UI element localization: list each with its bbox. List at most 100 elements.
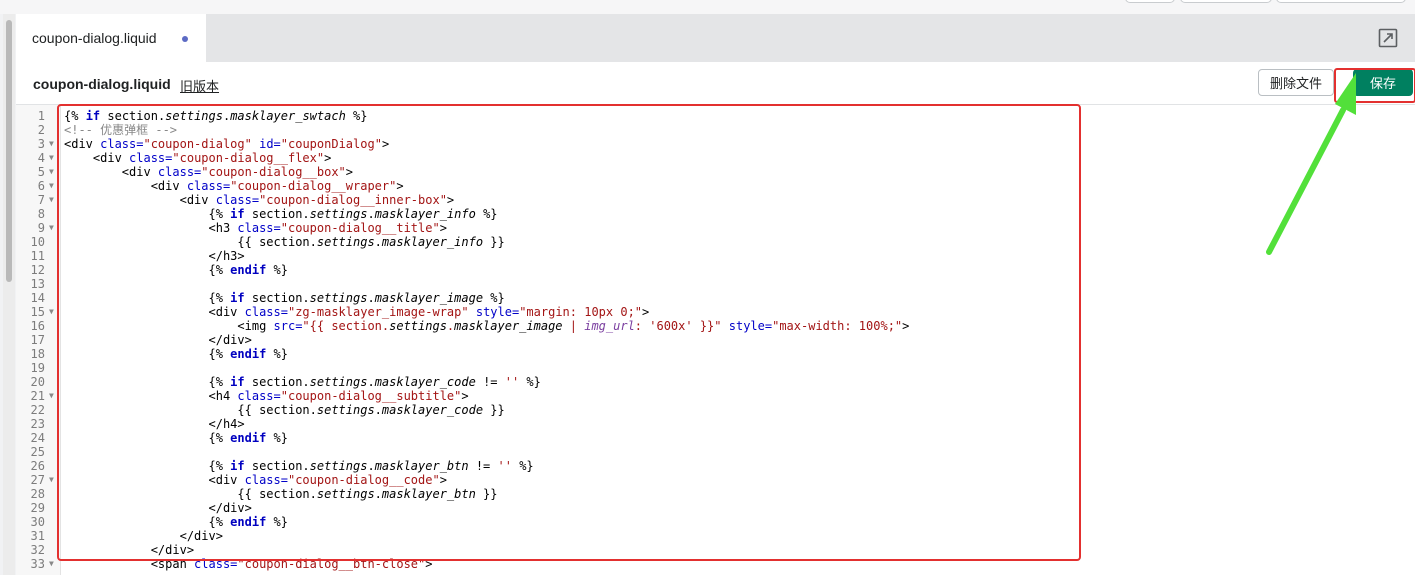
code-text: <div class="coupon-dialog__inner-box">	[64, 193, 455, 207]
unsaved-indicator-icon	[182, 36, 188, 42]
fold-arrow-icon[interactable]: ▼	[49, 389, 54, 403]
code-line[interactable]: 6 ▼ <div class="coupon-dialog__wraper">	[16, 179, 1415, 193]
scrollbar-thumb[interactable]	[6, 20, 12, 282]
code-text: {% if section.settings.masklayer_btn != …	[64, 459, 534, 473]
code-line[interactable]: 30 {% endif %}	[16, 515, 1415, 529]
line-number: 17	[30, 333, 45, 347]
line-number: 30	[30, 515, 45, 529]
code-text: </h3>	[64, 249, 245, 263]
fold-arrow-icon[interactable]: ▼	[49, 305, 54, 319]
code-text: {% endif %}	[64, 347, 288, 361]
delete-file-button[interactable]: 删除文件	[1258, 69, 1334, 96]
code-text: {{ section.settings.masklayer_btn }}	[64, 487, 498, 501]
line-number: 6	[37, 179, 45, 193]
fold-arrow-icon[interactable]: ▼	[49, 179, 54, 193]
code-line[interactable]: 13	[16, 277, 1415, 291]
code-content[interactable]: 1 {% if section.settings.masklayer_swtach…	[16, 109, 1415, 571]
code-line[interactable]: 26 {% if section.settings.masklayer_btn …	[16, 459, 1415, 473]
line-number: 3	[37, 137, 45, 151]
fold-arrow-icon[interactable]: ▼	[49, 137, 54, 151]
code-line[interactable]: 23 </h4>	[16, 417, 1415, 431]
code-text: <div class="coupon-dialog" id="couponDia…	[64, 137, 390, 151]
line-number: 27	[30, 473, 45, 487]
code-line[interactable]: 4 ▼ <div class="coupon-dialog__flex">	[16, 151, 1415, 165]
code-text: <div class="zg-masklayer_image-wrap" sty…	[64, 305, 650, 319]
fold-arrow-icon[interactable]: ▼	[49, 221, 54, 235]
line-number: 4	[37, 151, 45, 165]
fullscreen-icon[interactable]	[1378, 28, 1398, 48]
toolbar-button[interactable]	[1125, 0, 1175, 3]
code-line[interactable]: 32 </div>	[16, 543, 1415, 557]
code-line[interactable]: 29 </div>	[16, 501, 1415, 515]
code-line[interactable]: 27 ▼ <div class="coupon-dialog__code">	[16, 473, 1415, 487]
code-line[interactable]: 25	[16, 445, 1415, 459]
code-line[interactable]: 5 ▼ <div class="coupon-dialog__box">	[16, 165, 1415, 179]
code-text: {% if section.settings.masklayer_swtach …	[64, 109, 368, 123]
line-number: 32	[30, 543, 45, 557]
code-line[interactable]: 2 <!-- 优惠弹框 -->	[16, 123, 1415, 137]
fold-arrow-icon[interactable]: ▼	[49, 151, 54, 165]
code-text: <h4 class="coupon-dialog__subtitle">	[64, 389, 469, 403]
code-line[interactable]: 7 ▼ <div class="coupon-dialog__inner-box"…	[16, 193, 1415, 207]
file-name: coupon-dialog.liquid	[33, 76, 171, 92]
code-line[interactable]: 10 {{ section.settings.masklayer_info }}	[16, 235, 1415, 249]
code-line[interactable]: 12 {% endif %}	[16, 263, 1415, 277]
toolbar-button[interactable]	[1180, 0, 1272, 3]
code-text: <span class="coupon-dialog__btn-close">	[64, 557, 433, 571]
line-number: 18	[30, 347, 45, 361]
line-number: 5	[37, 165, 45, 179]
code-line[interactable]: 3 ▼ <div class="coupon-dialog" id="couponD…	[16, 137, 1415, 151]
line-number: 26	[30, 459, 45, 473]
code-line[interactable]: 19	[16, 361, 1415, 375]
tab-label: coupon-dialog.liquid	[32, 30, 157, 46]
code-text: <!-- 优惠弹框 -->	[64, 123, 178, 137]
old-version-link[interactable]: 旧版本	[180, 76, 219, 95]
code-line[interactable]: 14 {% if section.settings.masklayer_imag…	[16, 291, 1415, 305]
line-number: 31	[30, 529, 45, 543]
code-line[interactable]: 22 {{ section.settings.masklayer_code }}	[16, 403, 1415, 417]
code-line[interactable]: 28 {{ section.settings.masklayer_btn }}	[16, 487, 1415, 501]
code-text: {{ section.settings.masklayer_code }}	[64, 403, 505, 417]
code-text: </div>	[64, 543, 195, 557]
code-line[interactable]: 9 ▼ <h3 class="coupon-dialog__title">	[16, 221, 1415, 235]
code-line[interactable]: 16 <img src="{{ section.settings.masklay…	[16, 319, 1415, 333]
code-line[interactable]: 1 {% if section.settings.masklayer_swtach…	[16, 109, 1415, 123]
line-number: 15	[30, 305, 45, 319]
fold-arrow-icon[interactable]: ▼	[49, 193, 54, 207]
line-number: 24	[30, 431, 45, 445]
fold-arrow-icon[interactable]: ▼	[49, 557, 54, 571]
top-toolbar-strip	[0, 0, 1415, 14]
code-line[interactable]: 15 ▼ <div class="zg-masklayer_image-wrap"…	[16, 305, 1415, 319]
code-text: <h3 class="coupon-dialog__title">	[64, 221, 447, 235]
line-number: 2	[37, 123, 45, 137]
code-text: </div>	[64, 529, 223, 543]
save-button[interactable]: 保存	[1353, 69, 1413, 96]
code-line[interactable]: 33 ▼ <span class="coupon-dialog__btn-clos…	[16, 557, 1415, 571]
line-number: 13	[30, 277, 45, 291]
line-number: 7	[37, 193, 45, 207]
code-text: {% if section.settings.masklayer_info %}	[64, 207, 498, 221]
line-number: 20	[30, 375, 45, 389]
code-line[interactable]: 18 {% endif %}	[16, 347, 1415, 361]
code-text: {{ section.settings.masklayer_info }}	[64, 235, 505, 249]
code-text: <div class="coupon-dialog__code">	[64, 473, 447, 487]
code-line[interactable]: 17 </div>	[16, 333, 1415, 347]
code-line[interactable]: 8 {% if section.settings.masklayer_info …	[16, 207, 1415, 221]
code-text: {% endif %}	[64, 263, 288, 277]
code-line[interactable]: 24 {% endif %}	[16, 431, 1415, 445]
page-scrollbar[interactable]	[3, 14, 15, 575]
line-number: 12	[30, 263, 45, 277]
tab-coupon-dialog[interactable]: coupon-dialog.liquid	[16, 14, 206, 62]
line-number: 1	[37, 109, 45, 123]
code-editor[interactable]: 1 {% if section.settings.masklayer_swtach…	[16, 105, 1415, 575]
code-line[interactable]: 20 {% if section.settings.masklayer_code…	[16, 375, 1415, 389]
toolbar-button[interactable]	[1276, 0, 1406, 3]
line-number: 33	[30, 557, 45, 571]
code-line[interactable]: 31 </div>	[16, 529, 1415, 543]
code-text: <div class="coupon-dialog__wraper">	[64, 179, 404, 193]
fold-arrow-icon[interactable]: ▼	[49, 165, 54, 179]
code-line[interactable]: 21 ▼ <h4 class="coupon-dialog__subtitle">	[16, 389, 1415, 403]
fold-arrow-icon[interactable]: ▼	[49, 473, 54, 487]
code-line[interactable]: 11 </h3>	[16, 249, 1415, 263]
code-text: {% if section.settings.masklayer_code !=…	[64, 375, 541, 389]
